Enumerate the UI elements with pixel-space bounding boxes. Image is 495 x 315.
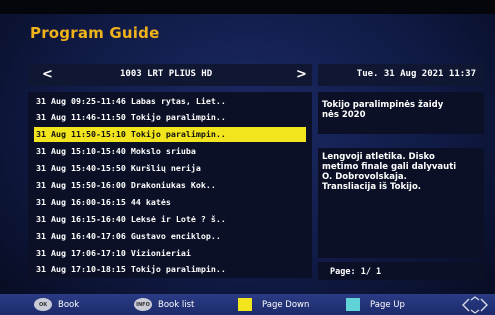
program-row[interactable]: 31 Aug 17:10-18:15 Tokijo paralimpin.. (34, 262, 306, 277)
page-up-hint[interactable]: Page Up (346, 297, 405, 312)
yellow-key-icon (238, 298, 252, 311)
next-channel-arrow-icon[interactable]: > (296, 67, 307, 82)
program-row[interactable]: 31 Aug 16:15-16:40 Leksė ir Lotė ? š.. (34, 212, 306, 227)
program-description-panel: Lengvoji atletika. Disko metimo finale g… (318, 148, 484, 258)
program-title-panel: Tokijo paralimpinės žaidy nės 2020 (318, 92, 484, 134)
description-line: O. Dobrovolskaja. (322, 172, 407, 182)
description-line: Transliacija iš Tokijo. (322, 182, 422, 192)
page-down-hint[interactable]: Page Down (238, 297, 309, 312)
program-row[interactable]: 31 Aug 15:40-15:50 Kuršlių nerija (34, 161, 306, 176)
channel-name: 1003 LRT PLIUS HD (120, 69, 213, 79)
program-list: 31 Aug 09:25-11:46 Labas rytas, Liet.. 3… (28, 92, 312, 278)
program-row[interactable]: 31 Aug 17:06-17:10 Vizionieriai (34, 246, 306, 261)
page-indicator: Page: 1/ 1 (330, 267, 382, 277)
program-row[interactable]: 31 Aug 16:00-16:15 44 katės (34, 195, 306, 210)
program-title-line: nės 2020 (322, 110, 366, 120)
program-row[interactable]: 31 Aug 09:25-11:46 Labas rytas, Liet.. (34, 94, 306, 109)
description-line: Lengvoji atletika. Disko (322, 152, 435, 162)
prev-channel-arrow-icon[interactable]: < (42, 67, 53, 82)
program-row[interactable]: 31 Aug 15:10-15:40 Mokslo sriuba (34, 144, 306, 159)
channel-header: < 1003 LRT PLIUS HD > (28, 64, 312, 86)
description-line: metimo finale gali dalyvauti (322, 162, 457, 172)
navigation-arrows-icon (462, 296, 488, 314)
info-key-icon: INFO (134, 298, 152, 311)
help-bar: OK Book INFO Book list Page Down Page Up (0, 294, 495, 315)
datetime-header: Tue. 31 Aug 2021 11:37 (318, 64, 484, 86)
program-row[interactable]: 31 Aug 15:50-16:00 Drakoniukas Kok.. (34, 178, 306, 193)
cyan-key-icon (346, 298, 360, 311)
page-title: Program Guide (30, 24, 160, 42)
page-up-label: Page Up (370, 299, 405, 310)
program-row[interactable]: 31 Aug 11:46-11:50 Tokijo paralimpin.. (34, 110, 306, 125)
program-row-selected[interactable]: 31 Aug 11:50-15:10 Tokijo paralimpin.. (34, 127, 306, 142)
ok-key-icon: OK (34, 298, 52, 311)
current-datetime: Tue. 31 Aug 2021 11:37 (356, 69, 476, 79)
tv-bezel (0, 0, 495, 14)
page-down-label: Page Down (262, 299, 310, 310)
page-indicator-panel: Page: 1/ 1 (318, 262, 484, 280)
program-row[interactable]: 31 Aug 16:40-17:06 Gustavo enciklop.. (34, 229, 306, 244)
book-label: Book (58, 299, 80, 310)
book-list-label: Book list (158, 299, 195, 310)
program-title-line: Tokijo paralimpinės žaidy (322, 100, 444, 110)
book-hint[interactable]: OK Book (34, 297, 79, 312)
book-list-hint[interactable]: INFO Book list (134, 297, 194, 312)
